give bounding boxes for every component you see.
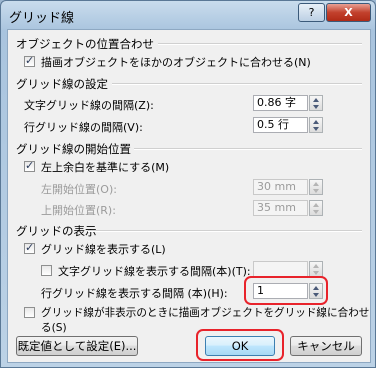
char-spacing-label: 文字グリッド線の間隔(Z): [24, 99, 154, 112]
section-grid-display-heading: グリッドの表示 [16, 224, 97, 238]
line-spacing-label: 行グリッド線の間隔(V): [24, 121, 143, 134]
spin-up-icon[interactable] [313, 98, 319, 102]
set-as-default-button[interactable]: 既定値として設定(E)... [16, 336, 138, 356]
cancel-button[interactable]: キャンセル [290, 336, 362, 356]
close-button[interactable]: X [326, 3, 371, 22]
section-divider [134, 148, 362, 150]
vertical-every-checkbox[interactable] [41, 265, 52, 276]
line-spacing-input[interactable]: 0.5 行 [253, 117, 308, 133]
title-bar[interactable]: グリッド線 ? X [1, 1, 375, 29]
vertical-origin-label: 上開始位置(R): [41, 204, 116, 217]
section-divider [112, 83, 362, 85]
spin-up-icon[interactable] [313, 182, 319, 186]
highlight-annotation [196, 329, 284, 361]
show-gridlines-label[interactable]: グリッド線を表示する(L) [41, 241, 166, 257]
dialog-title: グリッド線 [9, 11, 75, 26]
highlight-annotation [244, 276, 328, 305]
use-margins-label[interactable]: 左上余白を基準にする(M) [41, 159, 169, 175]
vertical-every-spinner[interactable] [309, 261, 323, 277]
spin-down-icon[interactable] [313, 210, 319, 214]
section-divider [88, 230, 362, 232]
snap-to-objects-checkbox[interactable] [24, 54, 35, 67]
spin-down-icon[interactable] [313, 271, 319, 275]
spin-down-icon[interactable] [313, 189, 319, 193]
spin-up-icon[interactable] [313, 203, 319, 207]
section-divider [158, 43, 362, 45]
vertical-origin-input[interactable]: 35 mm [253, 200, 308, 216]
spin-up-icon[interactable] [313, 120, 319, 124]
section-grid-settings-heading: グリッド線の設定 [16, 77, 108, 91]
section-object-position-heading: オブジェクトの位置合わせ [16, 37, 154, 51]
snap-when-hidden-checkbox[interactable] [24, 307, 35, 318]
vertical-every-input[interactable] [253, 261, 308, 277]
horizontal-origin-input[interactable]: 30 mm [253, 179, 308, 195]
char-spacing-spinner[interactable] [309, 95, 323, 111]
horizontal-every-label: 行グリッド線を表示する間隔 (本)(H): [41, 287, 228, 300]
vertical-every-label[interactable]: 文字グリッド線を表示する間隔(本)(T): [58, 263, 251, 279]
line-spacing-spinner[interactable] [309, 117, 323, 133]
spin-down-icon[interactable] [313, 127, 319, 131]
show-gridlines-checkbox[interactable] [24, 241, 35, 254]
help-button[interactable]: ? [298, 3, 325, 22]
vertical-origin-spinner[interactable] [309, 200, 323, 216]
section-grid-origin-heading: グリッド線の開始位置 [16, 142, 131, 156]
horizontal-origin-label: 左開始位置(O): [41, 183, 117, 196]
char-spacing-input[interactable]: 0.86 字 [253, 95, 308, 111]
dialog-body: オブジェクトの位置合わせ 描画オブジェクトをほかのオブジェクトに合わせる(N) … [7, 29, 371, 363]
spin-up-icon[interactable] [313, 264, 319, 268]
snap-to-objects-label[interactable]: 描画オブジェクトをほかのオブジェクトに合わせる(N) [41, 54, 311, 70]
use-margins-checkbox[interactable] [24, 159, 35, 172]
spin-down-icon[interactable] [313, 105, 319, 109]
horizontal-origin-spinner[interactable] [309, 179, 323, 195]
grid-dialog: グリッド線 ? X オブジェクトの位置合わせ 描画オブジェクトをほかのオブジェク… [0, 0, 376, 368]
